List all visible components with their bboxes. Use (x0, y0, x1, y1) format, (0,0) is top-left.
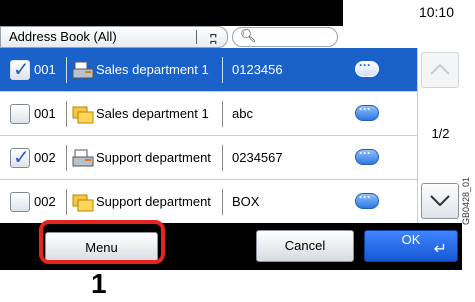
callout-number: 1 (91, 268, 107, 299)
folder-icon (72, 194, 94, 212)
enter-icon: ↵ (433, 241, 447, 258)
cancel-button[interactable]: Cancel (256, 230, 354, 262)
fax-icon (72, 149, 94, 167)
checkmark-icon: ✓ (13, 59, 30, 81)
menu-highlight-callout (39, 220, 165, 264)
dropdown-separator (196, 30, 197, 44)
entry-destination: 0123456 (232, 62, 283, 77)
double-chevron-down-icon: ʭ (209, 31, 217, 47)
address-book-label: Address Book (All) (9, 29, 117, 44)
clock: 10:10 (418, 4, 454, 20)
details-button[interactable] (355, 58, 379, 77)
address-book-dropdown[interactable]: Address Book (All) ʭ (0, 26, 228, 48)
scroll-up-button[interactable] (421, 52, 459, 88)
column-divider (66, 145, 67, 171)
entry-destination: 0234567 (232, 150, 283, 165)
details-button[interactable] (355, 146, 379, 165)
checkmark-icon: ✓ (13, 147, 30, 169)
details-button[interactable] (355, 102, 379, 121)
row-checkbox[interactable]: ✓ (10, 59, 30, 81)
chevron-up-icon (430, 63, 450, 75)
entry-destination: BOX (232, 194, 260, 209)
folder-icon (72, 106, 94, 124)
search-button[interactable]: 🔍︎ (232, 27, 338, 47)
list-item[interactable]: ✓ 001 Sales department 1 0123456 (0, 48, 417, 92)
figure-code: GB0428_01 (461, 176, 471, 225)
entry-number: 001 (34, 106, 56, 121)
entry-name: Sales department 1 (96, 62, 209, 77)
column-divider (66, 57, 67, 83)
column-divider (222, 145, 223, 171)
row-checkbox[interactable] (10, 192, 30, 212)
entry-number: 001 (34, 62, 56, 77)
list-item[interactable]: 001 Sales department 1 abc (0, 92, 417, 136)
row-checkbox[interactable]: ✓ (10, 147, 30, 169)
column-divider (222, 101, 223, 127)
status-bar: 10:10 (0, 0, 462, 26)
ok-button[interactable]: OK ↵ (364, 230, 458, 262)
address-list: ✓ 001 Sales department 1 0123456 001 Sal (0, 48, 417, 224)
row-checkbox[interactable] (10, 104, 30, 124)
entry-number: 002 (34, 194, 56, 209)
column-divider (66, 101, 67, 127)
entry-name: Sales department 1 (96, 106, 209, 121)
scroll-down-button[interactable] (421, 183, 459, 219)
chevron-down-icon (430, 195, 450, 207)
details-button[interactable] (355, 190, 379, 209)
filter-bar: Address Book (All) ʭ 🔍︎ (0, 26, 462, 48)
search-icon: 🔍︎ (240, 28, 257, 43)
list-item[interactable]: ✓ 002 Support department 0234567 (0, 136, 417, 180)
entry-name: Support department (96, 150, 211, 165)
column-divider (222, 189, 223, 215)
ok-label: OK (401, 232, 421, 247)
entry-name: Support department (96, 194, 211, 209)
scroll-panel: 1/2 (417, 48, 462, 223)
entry-number: 002 (34, 150, 56, 165)
column-divider (222, 57, 223, 83)
column-divider (66, 189, 67, 215)
page-indicator: 1/2 (431, 126, 450, 141)
entry-destination: abc (232, 106, 253, 121)
fax-icon (72, 61, 94, 79)
list-item[interactable]: 002 Support department BOX (0, 180, 417, 224)
status-message-area (0, 0, 343, 26)
